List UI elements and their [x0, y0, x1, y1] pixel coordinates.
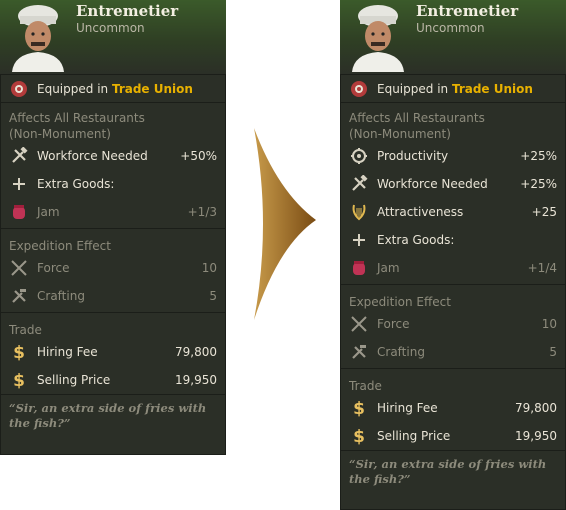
trade-row: $ Hiring Fee 79,800	[340, 394, 566, 422]
flavor-quote: “Sir, an extra side of fries with the fi…	[0, 394, 226, 437]
trade-row: $ Selling Price 19,950	[0, 366, 226, 394]
svg-text:$: $	[353, 399, 365, 418]
hammer-wrench-icon	[9, 146, 29, 166]
dollar-icon: $	[349, 398, 369, 418]
gear-badge-icon	[9, 79, 29, 99]
character-name: Entremetier	[416, 2, 519, 20]
svg-text:$: $	[13, 343, 25, 362]
flavor-quote: “Sir, an extra side of fries with the fi…	[340, 450, 566, 493]
card-header: Entremetier Uncommon	[340, 0, 566, 75]
goods-row: Jam +1/3	[0, 198, 226, 226]
transition-arrow-icon	[254, 128, 316, 320]
lyre-icon	[349, 202, 369, 222]
chef-portrait	[12, 5, 64, 72]
character-name: Entremetier	[76, 2, 179, 20]
goods-row: Jam +1/4	[340, 254, 566, 282]
stat-row: Workforce Needed +25%	[340, 170, 566, 198]
svg-text:$: $	[13, 371, 25, 390]
equipped-prefix: Equipped in	[37, 81, 112, 96]
expedition-row: Crafting 5	[0, 282, 226, 310]
plus-icon	[349, 230, 369, 250]
crossed-swords-icon	[349, 314, 369, 334]
affects-title: Affects All Restaurants (Non-Monument)	[349, 111, 485, 141]
equipped-row: Equipped in Trade Union	[0, 75, 226, 103]
stat-row: Workforce Needed +50%	[0, 142, 226, 170]
equipped-place: Trade Union	[451, 81, 533, 96]
crafting-tools-icon	[349, 342, 369, 362]
divider	[340, 368, 566, 369]
equipped-place: Trade Union	[111, 81, 193, 96]
gear-icon	[349, 146, 369, 166]
expedition-title: Expedition Effect	[9, 239, 111, 253]
plus-icon	[9, 174, 29, 194]
divider	[0, 312, 226, 313]
character-card-after: Entremetier Uncommon Equipped in Trade U…	[340, 0, 566, 510]
affects-title: Affects All Restaurants (Non-Monument)	[9, 111, 145, 141]
divider	[340, 284, 566, 285]
trade-row: $ Selling Price 19,950	[340, 422, 566, 450]
character-rarity: Uncommon	[416, 21, 485, 35]
dollar-icon: $	[349, 426, 369, 446]
dollar-icon: $	[9, 370, 29, 390]
hammer-wrench-icon	[349, 174, 369, 194]
crafting-tools-icon	[9, 286, 29, 306]
dollar-icon: $	[9, 342, 29, 362]
svg-text:$: $	[353, 427, 365, 446]
card-header: Entremetier Uncommon	[0, 0, 226, 75]
jam-icon	[9, 202, 29, 222]
stat-row: Attractiveness +25	[340, 198, 566, 226]
gear-badge-icon	[349, 79, 369, 99]
chef-portrait	[352, 5, 404, 72]
expedition-row: Force 10	[0, 254, 226, 282]
trade-row: $ Hiring Fee 79,800	[0, 338, 226, 366]
jam-icon	[349, 258, 369, 278]
stat-row: Extra Goods:	[0, 170, 226, 198]
expedition-row: Crafting 5	[340, 338, 566, 366]
expedition-row: Force 10	[340, 310, 566, 338]
divider	[0, 228, 226, 229]
stat-row: Productivity +25%	[340, 142, 566, 170]
trade-title: Trade	[9, 323, 42, 337]
equipped-row: Equipped in Trade Union	[340, 75, 566, 103]
expedition-title: Expedition Effect	[349, 295, 451, 309]
equipped-prefix: Equipped in	[377, 81, 452, 96]
character-card-before: Entremetier Uncommon Equipped in Trade U…	[0, 0, 226, 455]
stat-row: Extra Goods:	[340, 226, 566, 254]
character-rarity: Uncommon	[76, 21, 145, 35]
trade-title: Trade	[349, 379, 382, 393]
crossed-swords-icon	[9, 258, 29, 278]
